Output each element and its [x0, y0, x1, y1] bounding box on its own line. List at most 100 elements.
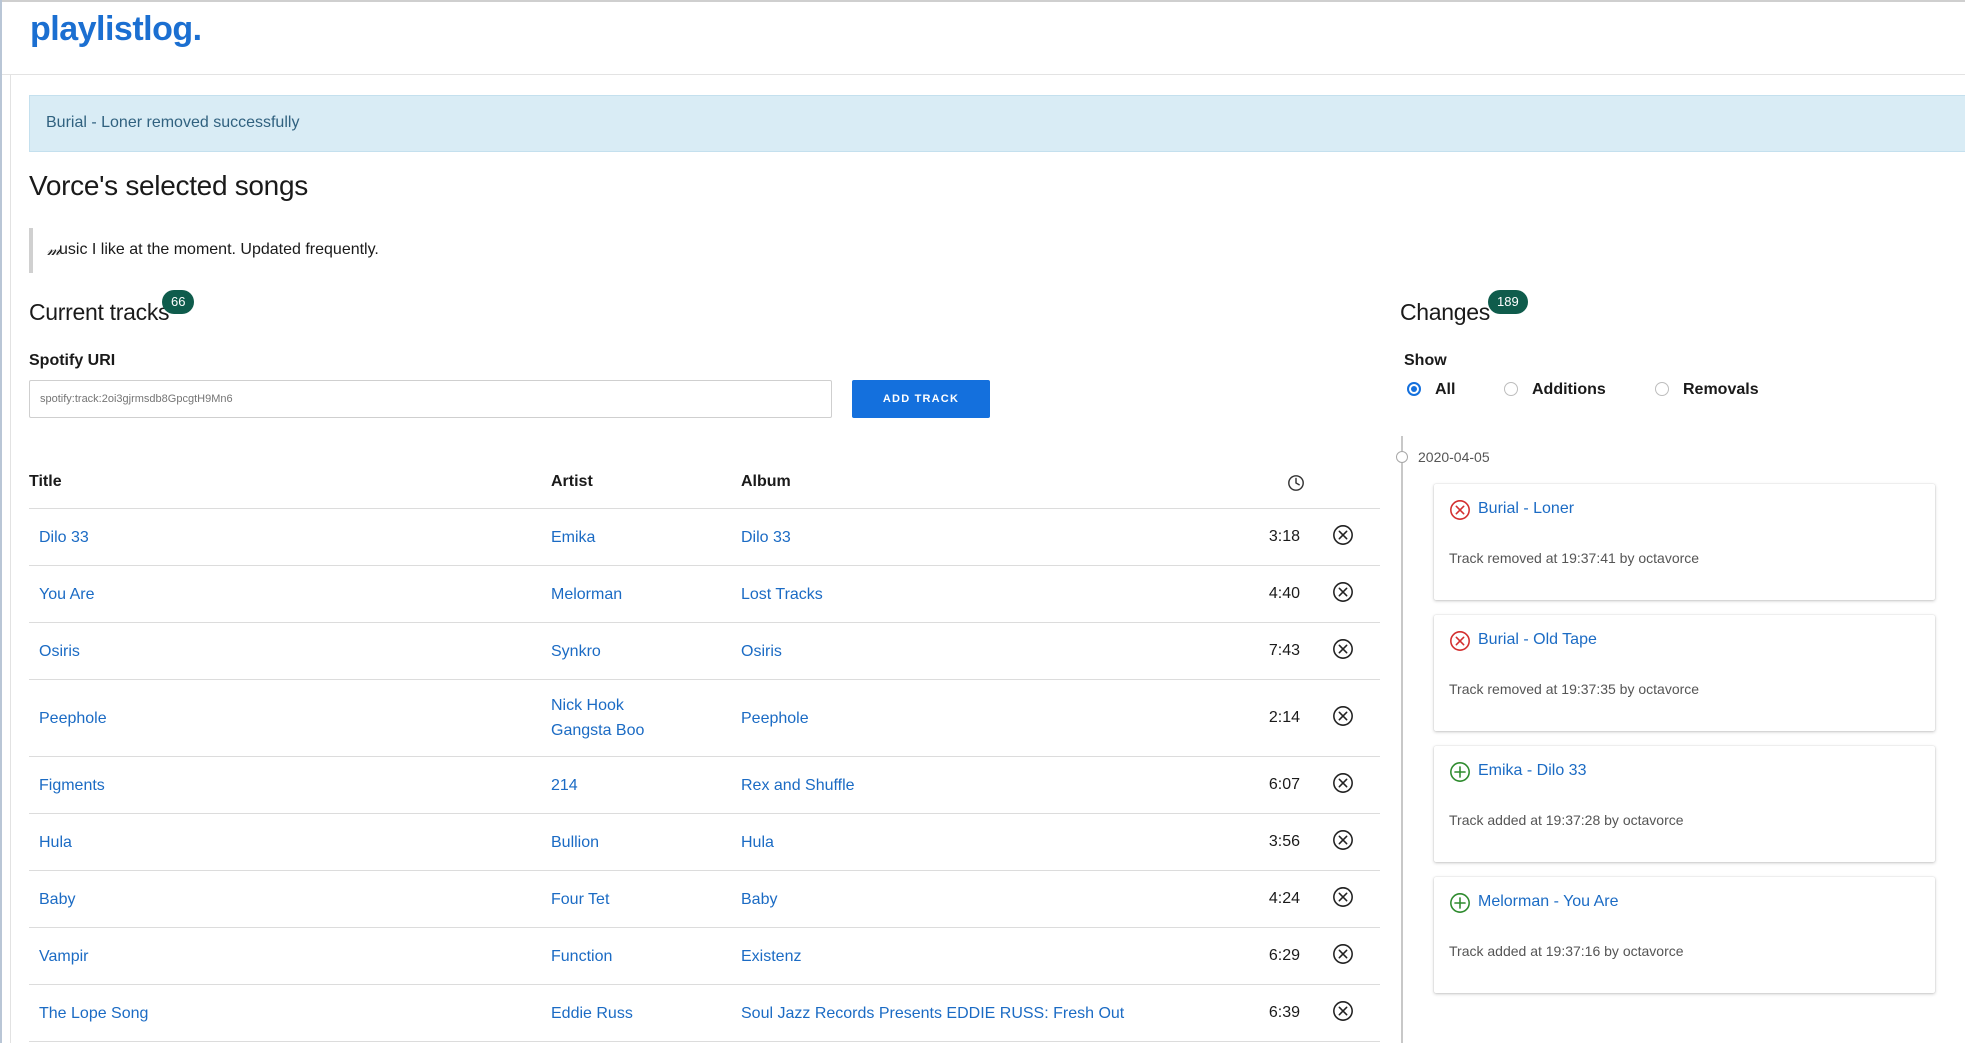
artist-link[interactable]: Melorman	[551, 582, 736, 607]
remove-track-icon[interactable]	[1332, 524, 1354, 546]
playlist-description: 𝓂 usic I like at the moment. Updated fre…	[29, 228, 629, 273]
album-link[interactable]: Existenz	[741, 944, 1254, 969]
track-title-link[interactable]: Baby	[39, 887, 546, 912]
filter-radio[interactable]	[1504, 382, 1518, 396]
track-artist-cell: Eddie Russ	[546, 984, 736, 1042]
album-link[interactable]: Rex and Shuffle	[741, 773, 1254, 798]
table-header-row: Title Artist Album	[29, 456, 1380, 509]
column-header-actions	[1305, 456, 1380, 509]
artist-link[interactable]: Function	[551, 944, 736, 969]
album-link[interactable]: Lost Tracks	[741, 582, 1254, 607]
track-title-link[interactable]: Osiris	[39, 639, 546, 664]
track-title-link[interactable]: Vampir	[39, 944, 546, 969]
artist-link[interactable]: Bullion	[551, 830, 736, 855]
remove-cell	[1305, 508, 1380, 566]
track-album-cell: Existenz	[736, 927, 1254, 985]
remove-track-icon[interactable]	[1332, 943, 1354, 965]
change-title-link[interactable]: Burial - Loner	[1478, 500, 1574, 518]
column-header-title[interactable]: Title	[29, 456, 546, 509]
track-album-cell: Soul Jazz Records Presents EDDIE RUSS: F…	[736, 984, 1254, 1042]
spotify-uri-input[interactable]	[29, 380, 832, 418]
column-header-artist[interactable]: Artist	[546, 456, 736, 509]
add-track-button[interactable]: ADD TRACK	[852, 380, 990, 418]
track-title-link[interactable]: Hula	[39, 830, 546, 855]
track-title-link[interactable]: Dilo 33	[39, 525, 546, 550]
artist-link[interactable]: Nick Hook	[551, 693, 736, 718]
timeline-date-node	[1396, 451, 1408, 463]
track-album-cell: Baby	[736, 870, 1254, 928]
table-row: You Are Melorman Lost Tracks 4:40	[29, 565, 1380, 623]
remove-track-icon[interactable]	[1332, 886, 1354, 908]
table-row: Dilo 33 Emika Dilo 33 3:18	[29, 508, 1380, 566]
album-link[interactable]: Peephole	[741, 706, 1254, 731]
track-title-cell: Osiris	[29, 622, 546, 680]
change-title-link[interactable]: Melorman - You Are	[1478, 893, 1619, 911]
remove-track-icon[interactable]	[1332, 638, 1354, 660]
current-tracks-heading: Current tracks	[29, 299, 170, 325]
remove-track-icon[interactable]	[1332, 705, 1354, 727]
remove-track-icon[interactable]	[1332, 829, 1354, 851]
change-detail: Track removed at 19:37:35 by octavorce	[1449, 681, 1700, 697]
artist-link[interactable]: Four Tet	[551, 887, 736, 912]
changes-heading: Changes	[1400, 299, 1490, 325]
track-duration: 3:56	[1254, 813, 1305, 871]
column-header-album[interactable]: Album	[736, 456, 1254, 509]
clock-icon	[1288, 474, 1304, 491]
table-row: Hula Bullion Hula 3:56	[29, 813, 1380, 871]
album-link[interactable]: Hula	[741, 830, 1254, 855]
artist-link[interactable]: Emika	[551, 525, 736, 550]
track-artist-cell: Bullion	[546, 813, 736, 871]
tracks-table-body: Dilo 33 Emika Dilo 33 3:18 You Are Melorman Lo…	[29, 508, 1380, 1042]
remove-track-icon[interactable]	[1332, 1000, 1354, 1022]
change-card: Melorman - You Are Track added at 19:37:1…	[1434, 877, 1935, 993]
track-title-link[interactable]: The Lope Song	[39, 1001, 546, 1026]
change-title-link[interactable]: Burial - Old Tape	[1478, 631, 1597, 649]
add-circle-icon	[1450, 762, 1470, 782]
track-title-link[interactable]: Figments	[39, 773, 546, 798]
track-artist-cell: Nick Hook Gangsta Boo	[546, 679, 736, 757]
album-link[interactable]: Soul Jazz Records Presents EDDIE RUSS: F…	[741, 1001, 1254, 1026]
artist-link[interactable]: Gangsta Boo	[551, 718, 736, 743]
change-card: Emika - Dilo 33 Track added at 19:37:28 b…	[1434, 746, 1935, 862]
artist-link[interactable]: Eddie Russ	[551, 1001, 736, 1026]
column-header-duration[interactable]	[1254, 456, 1305, 509]
track-title-cell: Peephole	[29, 679, 546, 757]
filter-label: Removals	[1683, 381, 1759, 398]
track-title-link[interactable]: You Are	[39, 582, 546, 607]
artist-link[interactable]: 214	[551, 773, 736, 798]
remove-cell	[1305, 622, 1380, 680]
remove-track-icon[interactable]	[1332, 772, 1354, 794]
remove-cell	[1305, 927, 1380, 985]
remove-cell	[1305, 984, 1380, 1042]
track-duration: 3:18	[1254, 508, 1305, 566]
track-artist-cell: Function	[546, 927, 736, 985]
album-link[interactable]: Osiris	[741, 639, 1254, 664]
track-title-link[interactable]: Peephole	[39, 706, 546, 731]
track-title-cell: Vampir	[29, 927, 546, 985]
track-artist-cell: Synkro	[546, 622, 736, 680]
remove-cell	[1305, 679, 1380, 757]
change-title-link[interactable]: Emika - Dilo 33	[1478, 762, 1586, 780]
tracks-count-badge: 66	[162, 290, 195, 314]
album-link[interactable]: Dilo 33	[741, 525, 1254, 550]
add-circle-icon	[1450, 893, 1470, 913]
filter-radio[interactable]	[1655, 382, 1669, 396]
remove-circle-icon	[1450, 631, 1470, 651]
artist-link[interactable]: Synkro	[551, 639, 736, 664]
table-row: Peephole Nick Hook Gangsta Boo Peephole 2:14	[29, 679, 1380, 757]
app-logo[interactable]: playlistlog.	[30, 10, 202, 49]
show-filter-label: Show	[1404, 352, 1447, 369]
spotify-uri-label: Spotify URI	[29, 352, 116, 369]
track-album-cell: Osiris	[736, 622, 1254, 680]
remove-cell	[1305, 813, 1380, 871]
filter-radio[interactable]	[1407, 382, 1421, 396]
remove-track-icon[interactable]	[1332, 581, 1354, 603]
track-duration: 6:07	[1254, 756, 1305, 814]
tracks-table: Title Artist Album Dilo 33 Emika Dilo 33 3:…	[29, 456, 1380, 1042]
album-link[interactable]: Baby	[741, 887, 1254, 912]
changes-count-badge: 189	[1488, 290, 1528, 314]
track-duration: 6:39	[1254, 984, 1305, 1042]
track-album-cell: Peephole	[736, 679, 1254, 757]
success-alert: Burial - Loner removed successfully	[29, 95, 1965, 152]
filter-label: Additions	[1532, 381, 1606, 398]
